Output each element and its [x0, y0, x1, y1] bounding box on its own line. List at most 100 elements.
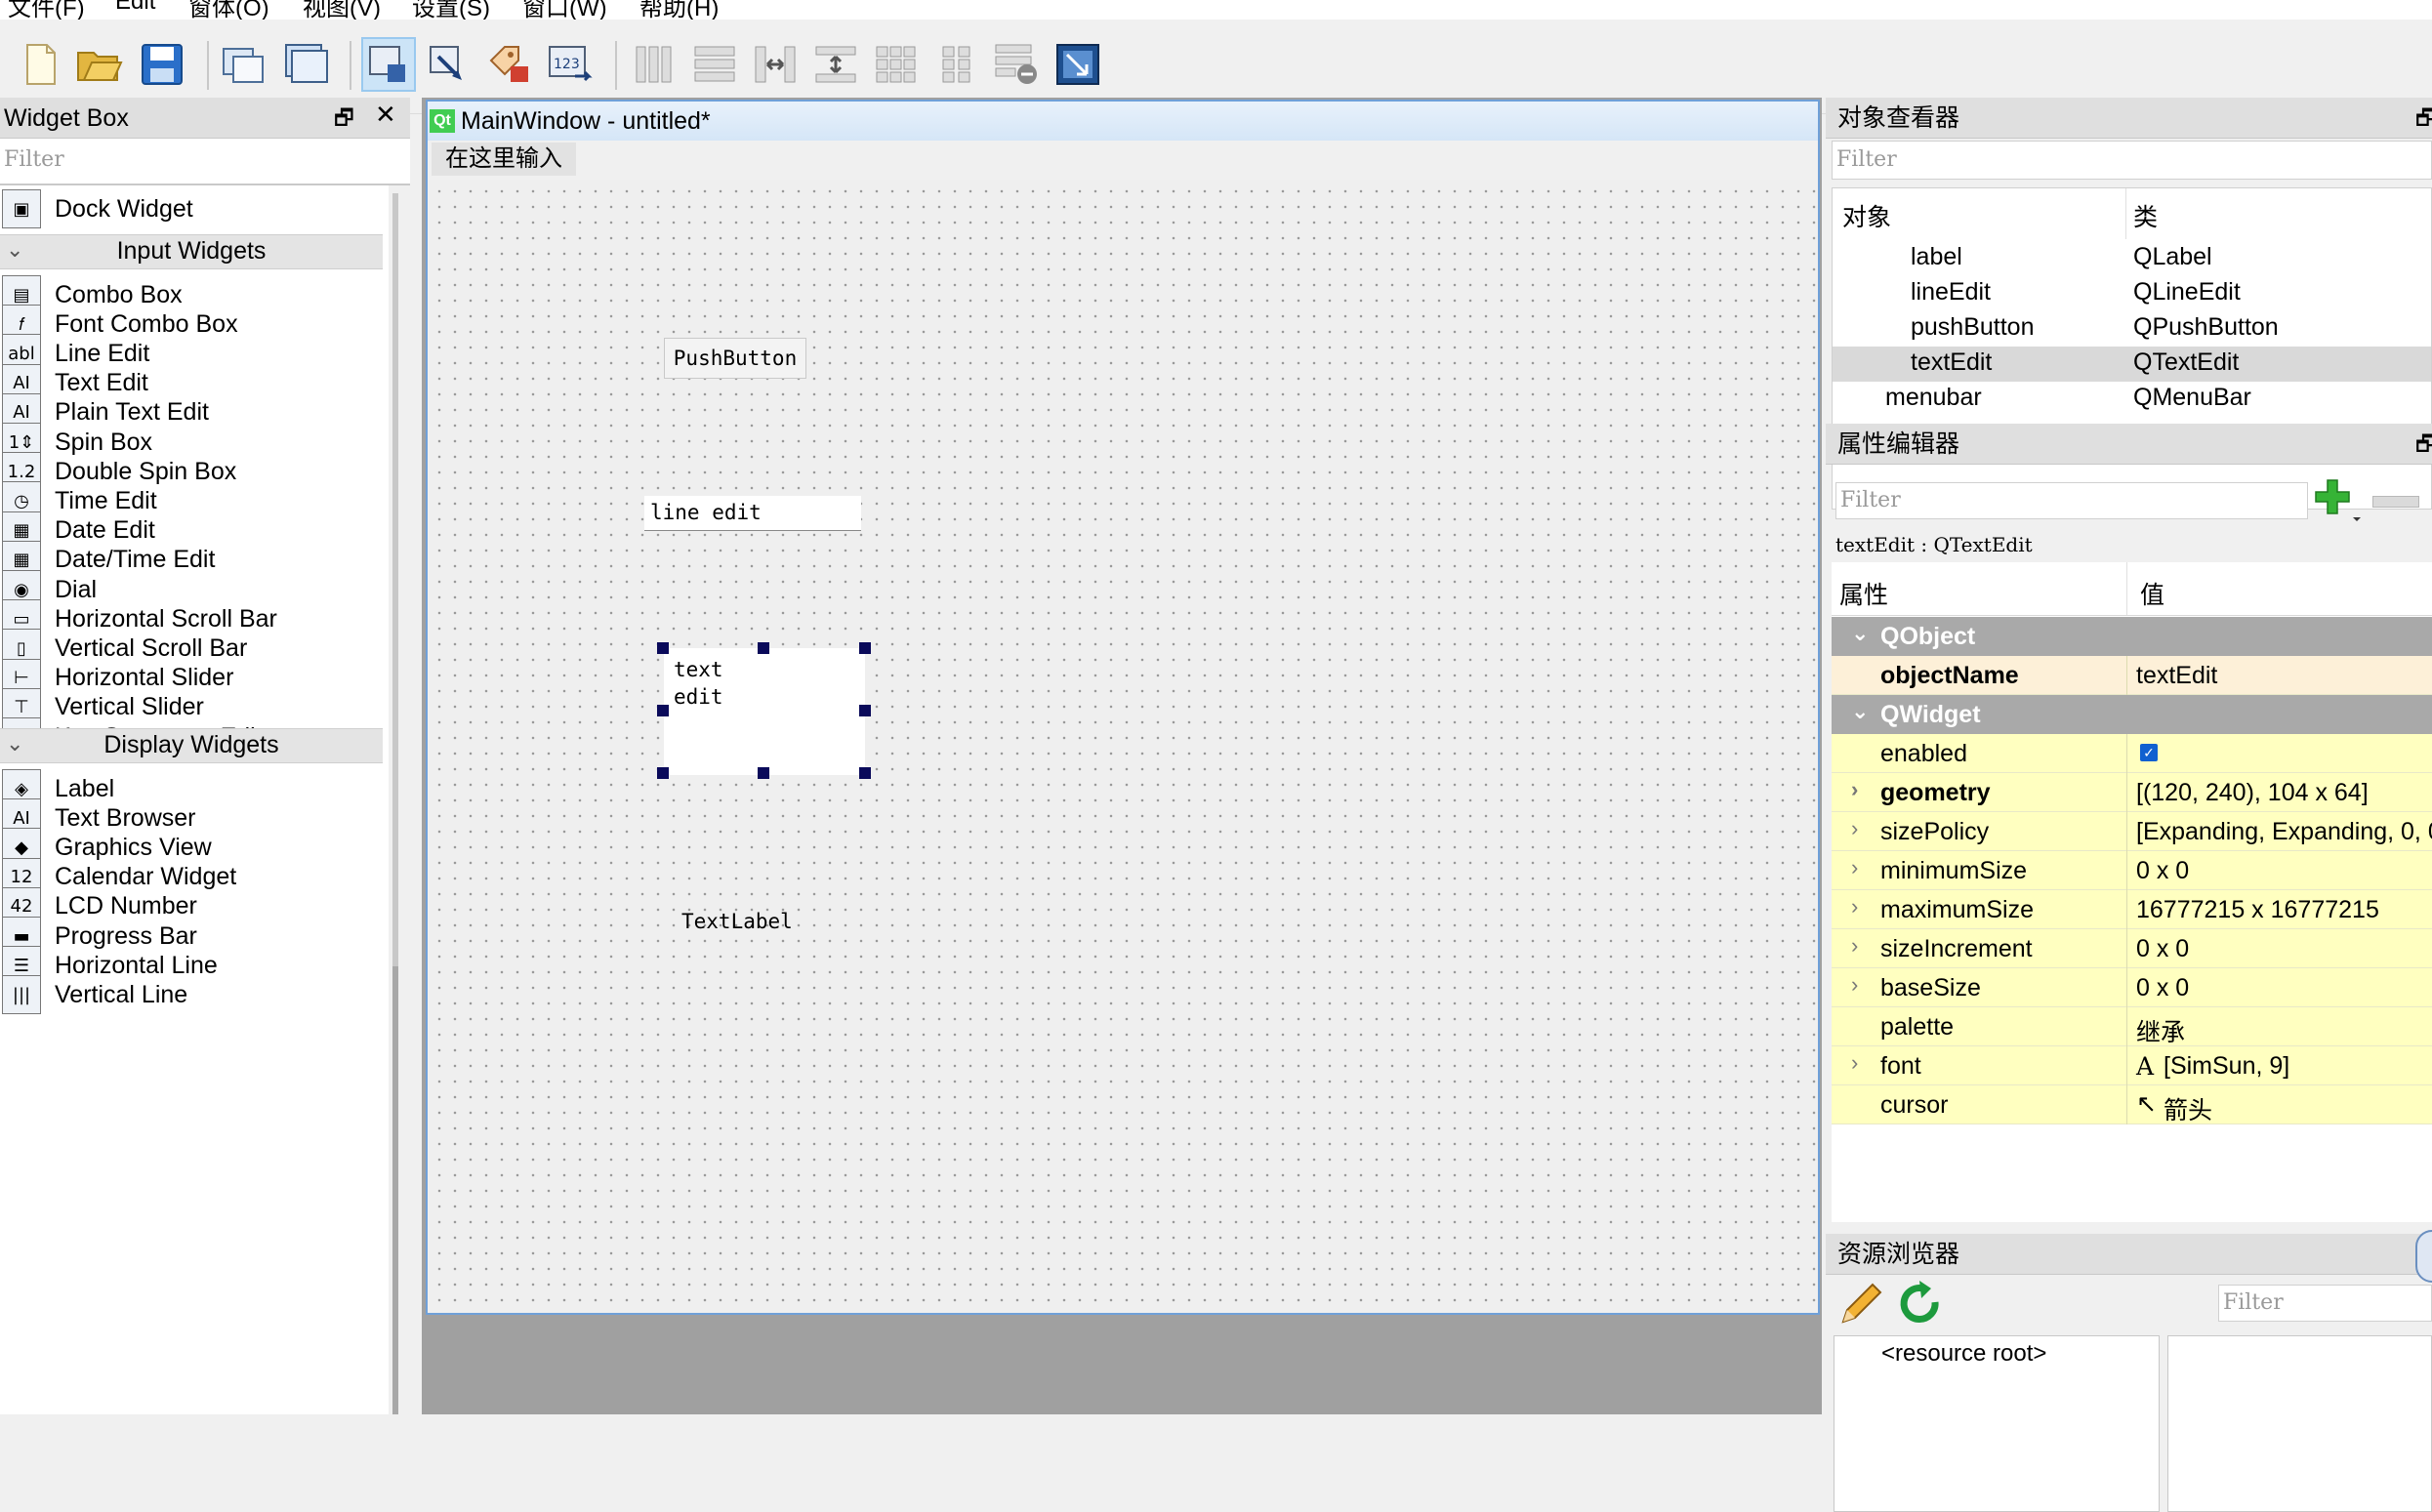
chevron-right-icon[interactable]: › — [1851, 972, 1858, 998]
edit-widgets-icon[interactable] — [361, 37, 416, 92]
edit-tab-order-icon[interactable]: 123 — [543, 37, 598, 92]
prop-value[interactable]: 0 x 0 — [2136, 974, 2189, 1002]
prop-geometry[interactable]: › geometry [(120, 240), 104 x 64] — [1832, 773, 2432, 812]
category-input-widgets[interactable]: ⌄ Input Widgets — [0, 234, 383, 269]
menu-help[interactable]: 帮助(H) — [639, 0, 719, 20]
form-canvas[interactable] — [428, 180, 1818, 1313]
prop-minimumsize[interactable]: › minimumSize 0 x 0 — [1832, 851, 2432, 890]
float-icon[interactable]: 🗗 — [2415, 428, 2432, 465]
resize-handle[interactable] — [758, 767, 769, 779]
edit-buddies-icon[interactable] — [482, 37, 537, 92]
layout-horizontal-icon[interactable] — [627, 37, 681, 92]
close-icon[interactable]: ✕ — [375, 100, 396, 130]
layout-horizontal-splitter-icon[interactable] — [748, 37, 803, 92]
reload-icon[interactable] — [1896, 1281, 1943, 1328]
text-edit[interactable]: text edit — [664, 648, 865, 775]
resize-handle[interactable] — [657, 705, 669, 716]
menu-settings[interactable]: 设置(S) — [412, 0, 490, 20]
prop-sizepolicy[interactable]: › sizePolicy [Expanding, Expanding, 0, 0] — [1832, 812, 2432, 851]
prop-value[interactable]: 箭头 — [2164, 1091, 2212, 1126]
enabled-checkbox[interactable]: ✓ — [2140, 744, 2158, 761]
chevron-right-icon[interactable]: › — [1851, 933, 1858, 959]
prop-value[interactable]: [(120, 240), 104 x 64] — [2136, 779, 2369, 807]
menu-edit[interactable]: Edit — [115, 0, 155, 16]
object-row-menubar[interactable]: menubar QMenuBar — [1833, 382, 2431, 417]
cascade-windows-icon[interactable] — [279, 37, 334, 92]
resource-tree[interactable]: <resource root> — [1834, 1335, 2160, 1512]
layout-vertical-icon[interactable] — [687, 37, 742, 92]
group-qobject[interactable]: ⌄ QObject — [1832, 617, 2432, 656]
adjust-size-icon[interactable] — [1051, 37, 1105, 92]
menu-bar: 文件(F) Edit 窗体(O) 视图(V) 设置(S) 窗口(W) 帮助(H) — [0, 0, 2432, 20]
resize-handle[interactable] — [657, 767, 669, 779]
line-edit[interactable]: line edit — [644, 496, 861, 531]
resize-handle[interactable] — [859, 705, 871, 716]
prop-sizeincrement[interactable]: › sizeIncrement 0 x 0 — [1832, 929, 2432, 968]
break-layout-icon[interactable] — [990, 37, 1045, 92]
prop-maximumsize[interactable]: › maximumSize 16777215 x 16777215 — [1832, 890, 2432, 929]
prop-value[interactable]: [Expanding, Expanding, 0, 0] — [2136, 818, 2432, 846]
resource-list[interactable] — [2167, 1335, 2432, 1512]
chevron-right-icon[interactable]: › — [1851, 777, 1858, 802]
property-filter-input[interactable]: Filter — [1835, 482, 2308, 519]
open-folder-icon[interactable] — [72, 37, 127, 92]
widget-box-scrollbar[interactable] — [389, 185, 410, 1414]
float-icon[interactable]: 🗗 — [334, 102, 354, 139]
resize-handle[interactable] — [859, 642, 871, 654]
text-label[interactable]: TextLabel — [681, 910, 793, 933]
widget-item-dock-widget[interactable]: ▣ Dock Widget — [0, 185, 383, 232]
menu-view[interactable]: 视图(V) — [303, 0, 381, 20]
layout-grid-icon[interactable] — [869, 37, 924, 92]
menu-form[interactable]: 窗体(O) — [188, 0, 269, 20]
layout-vertical-splitter-icon[interactable] — [808, 37, 863, 92]
menu-window[interactable]: 窗口(W) — [522, 0, 607, 20]
edit-resources-icon[interactable] — [1837, 1281, 1884, 1328]
float-icon[interactable]: 🗗 — [2415, 102, 2432, 139]
save-icon[interactable] — [135, 37, 189, 92]
prop-objectname-value[interactable]: textEdit — [2136, 662, 2217, 690]
resource-root[interactable]: <resource root> — [1881, 1340, 2046, 1368]
form-title-bar: Qt MainWindow - untitled* — [428, 102, 1818, 141]
prop-value[interactable]: [SimSun, 9] — [2164, 1052, 2289, 1081]
object-class: QLineEdit — [2133, 278, 2241, 306]
prop-value[interactable]: 0 x 0 — [2136, 935, 2189, 963]
prop-basesize[interactable]: › baseSize 0 x 0 — [1832, 968, 2432, 1007]
group-qwidget[interactable]: ⌄ QWidget — [1832, 695, 2432, 734]
prop-value[interactable]: 继承 — [2136, 1013, 2185, 1048]
prop-font[interactable]: › font A [SimSun, 9] — [1832, 1046, 2432, 1085]
push-button[interactable]: PushButton — [664, 338, 806, 379]
new-file-icon[interactable] — [14, 37, 68, 92]
prop-value[interactable]: 0 x 0 — [2136, 857, 2189, 885]
tile-windows-icon[interactable] — [217, 37, 271, 92]
category-display-widgets[interactable]: ⌄ Display Widgets — [0, 728, 383, 763]
menu-file[interactable]: 文件(F) — [8, 0, 85, 20]
prop-value[interactable]: 16777215 x 16777215 — [2136, 896, 2379, 924]
prop-cursor[interactable]: cursor ↖ 箭头 — [1832, 1085, 2432, 1124]
resize-handle[interactable] — [859, 767, 871, 779]
resize-handle[interactable] — [657, 642, 669, 654]
widget-filter-input[interactable]: Filter — [0, 143, 405, 180]
object-row-lineedit[interactable]: lineEdit QLineEdit — [1833, 276, 2431, 311]
chevron-right-icon[interactable]: › — [1851, 816, 1858, 841]
prop-palette[interactable]: palette 继承 — [1832, 1007, 2432, 1046]
scrollbar-thumb[interactable] — [392, 966, 398, 1414]
menu-type-here[interactable]: 在这里输入 — [432, 143, 576, 176]
object-filter-input[interactable]: Filter — [1832, 141, 2432, 180]
prop-enabled[interactable]: enabled ✓ — [1832, 734, 2432, 773]
widget-item-vertical-line[interactable]: ||| Vertical Line — [0, 971, 383, 1018]
layout-form-icon[interactable] — [929, 37, 984, 92]
edit-signals-slots-icon[interactable] — [422, 37, 476, 92]
chevron-right-icon[interactable]: › — [1851, 894, 1858, 919]
add-dynamic-property-icon[interactable] — [2312, 476, 2363, 525]
float-icon[interactable] — [2415, 1230, 2432, 1283]
remove-dynamic-property-icon[interactable] — [2372, 496, 2419, 508]
col-class: 类 — [2133, 204, 2159, 231]
resize-handle[interactable] — [758, 642, 769, 654]
chevron-right-icon[interactable]: › — [1851, 855, 1858, 880]
resource-filter-input[interactable]: Filter — [2218, 1285, 2432, 1322]
chevron-right-icon[interactable]: › — [1851, 1050, 1858, 1076]
prop-objectname[interactable]: objectName textEdit — [1832, 656, 2432, 695]
object-row-label[interactable]: label QLabel — [1833, 241, 2431, 276]
object-row-pushbutton[interactable]: pushButton QPushButton — [1833, 311, 2431, 347]
object-row-textedit[interactable]: textEdit QTextEdit — [1833, 347, 2431, 382]
